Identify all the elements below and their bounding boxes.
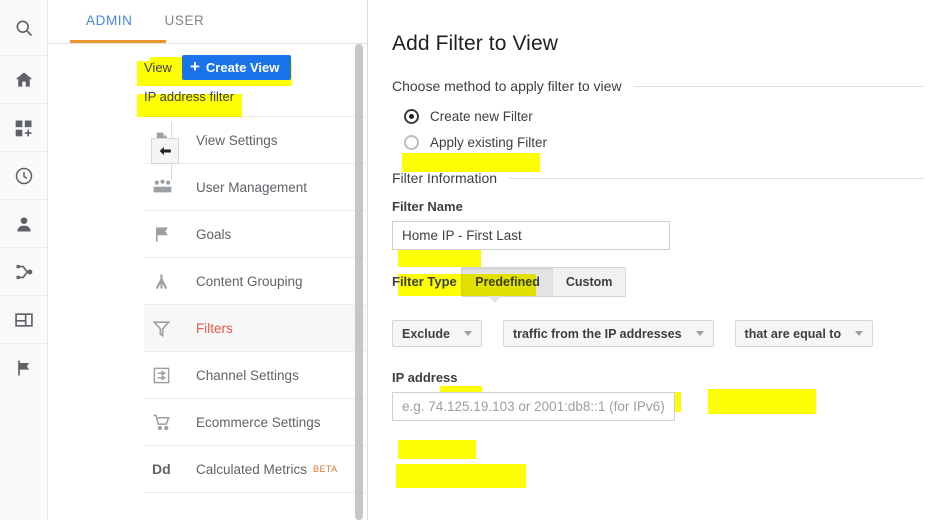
filter-expression-row: Exclude traffic from the IP addresses th…: [392, 320, 942, 347]
sidebar-item-label: Goals: [196, 227, 231, 242]
sidebar-item-label: Ecommerce Settings: [196, 415, 321, 430]
dropdown-value: Exclude: [402, 327, 450, 341]
choose-method-legend-text: Choose method to apply filter to view: [392, 78, 622, 94]
ip-address-label: IP address: [392, 370, 458, 385]
filter-name-group: Filter Name Home IP - First Last: [392, 198, 942, 250]
sidebar-item-label: Content Grouping: [196, 274, 303, 289]
search-icon[interactable]: [0, 0, 48, 56]
sidebar-item-user-management[interactable]: User Management: [144, 164, 367, 211]
current-view-name: IP address filter: [144, 89, 234, 104]
audience-person-icon[interactable]: [0, 200, 48, 248]
sidebar-item-label: Calculated Metrics: [196, 462, 307, 477]
funnel-icon: [152, 319, 196, 338]
admin-view-menu: View Settings User Management Goals: [144, 116, 367, 493]
admin-user-tabs: ADMIN USER: [48, 0, 367, 44]
sidebar-item-filters[interactable]: Filters: [144, 305, 367, 352]
radio-label: Apply existing Filter: [430, 135, 547, 150]
radio-create-new-filter[interactable]: Create new Filter: [404, 104, 942, 128]
view-header-row: View + Create View: [48, 44, 367, 78]
filter-type-segmented-control: Predefined Custom: [461, 267, 626, 297]
current-view-name-row[interactable]: IP address filter: [48, 78, 367, 114]
collapse-sidebar-button[interactable]: [151, 138, 179, 164]
home-icon[interactable]: [0, 56, 48, 104]
conversions-flag-icon[interactable]: [0, 344, 48, 392]
beta-badge: BETA: [313, 464, 337, 474]
filter-name-input[interactable]: Home IP - First Last: [392, 221, 670, 250]
sidebar-item-label: Filters: [196, 321, 233, 336]
filter-name-label: Filter Name: [392, 199, 463, 214]
segment-pointer-icon: [488, 296, 502, 303]
sidebar-item-calculated-metrics[interactable]: Dd Calculated Metrics BETA: [144, 446, 367, 493]
plus-icon: +: [190, 61, 200, 73]
ip-address-group: IP address e.g. 74.125.19.103 or 2001:db…: [392, 369, 942, 421]
content-grouping-icon: [152, 272, 196, 291]
filter-match-dropdown[interactable]: that are equal to: [735, 320, 874, 347]
sidebar-item-goals[interactable]: Goals: [144, 211, 367, 258]
filter-information-legend-text: Filter Information: [392, 170, 497, 186]
filter-verb-dropdown[interactable]: Exclude: [392, 320, 482, 347]
sidebar-item-channel-settings[interactable]: Channel Settings: [144, 352, 367, 399]
choose-method-legend: Choose method to apply filter to view: [392, 78, 942, 94]
sidebar-scrollbar[interactable]: [355, 44, 363, 520]
left-icon-rail: [0, 0, 48, 520]
people-icon: [152, 178, 196, 197]
sidebar-item-label: Channel Settings: [196, 368, 299, 383]
tab-user[interactable]: USER: [149, 0, 221, 40]
sidebar-item-ecommerce-settings[interactable]: Ecommerce Settings: [144, 399, 367, 446]
filter-type-group: Filter Type Predefined Custom: [392, 267, 942, 298]
radio-apply-existing-filter[interactable]: Apply existing Filter: [404, 130, 942, 154]
tab-admin[interactable]: ADMIN: [70, 0, 149, 40]
dropdown-value: that are equal to: [745, 327, 842, 341]
channel-arrows-icon: [152, 366, 196, 385]
legend-divider: [634, 86, 924, 87]
sidebar-item-content-grouping[interactable]: Content Grouping: [144, 258, 367, 305]
customization-icon[interactable]: [0, 104, 48, 152]
page-title: Add Filter to View: [392, 32, 942, 56]
filter-type-predefined-button[interactable]: Predefined: [462, 268, 553, 296]
filter-subject-dropdown[interactable]: traffic from the IP addresses: [503, 320, 714, 347]
dropdown-value: traffic from the IP addresses: [513, 327, 682, 341]
cart-icon: [152, 413, 196, 432]
create-view-button[interactable]: + Create View: [182, 55, 291, 80]
filter-information-legend: Filter Information: [392, 170, 942, 186]
add-filter-panel: Add Filter to View Choose method to appl…: [368, 0, 942, 520]
filter-type-custom-button[interactable]: Custom: [553, 268, 626, 296]
radio-label: Create new Filter: [430, 109, 533, 124]
sidebar-item-label: User Management: [196, 180, 307, 195]
ga-admin-screen: ADMIN USER View + Create View IP address…: [0, 0, 942, 520]
realtime-clock-icon[interactable]: [0, 152, 48, 200]
chevron-down-icon: [855, 331, 863, 336]
view-column-label: View: [144, 60, 172, 75]
radio-button-icon[interactable]: [404, 109, 419, 124]
chevron-down-icon: [464, 331, 472, 336]
admin-sidebar: ADMIN USER View + Create View IP address…: [48, 0, 368, 520]
dd-icon: Dd: [152, 461, 196, 477]
flag-icon: [152, 225, 196, 244]
ip-address-input[interactable]: e.g. 74.125.19.103 or 2001:db8::1 (for I…: [392, 392, 675, 421]
chevron-down-icon: [696, 331, 704, 336]
acquisition-share-icon[interactable]: [0, 248, 48, 296]
filter-type-label: Filter Type: [392, 274, 457, 289]
behavior-window-icon[interactable]: [0, 296, 48, 344]
sidebar-item-label: View Settings: [196, 133, 278, 148]
legend-divider: [509, 178, 924, 179]
create-view-button-label: Create View: [206, 60, 279, 75]
radio-button-icon[interactable]: [404, 135, 419, 150]
